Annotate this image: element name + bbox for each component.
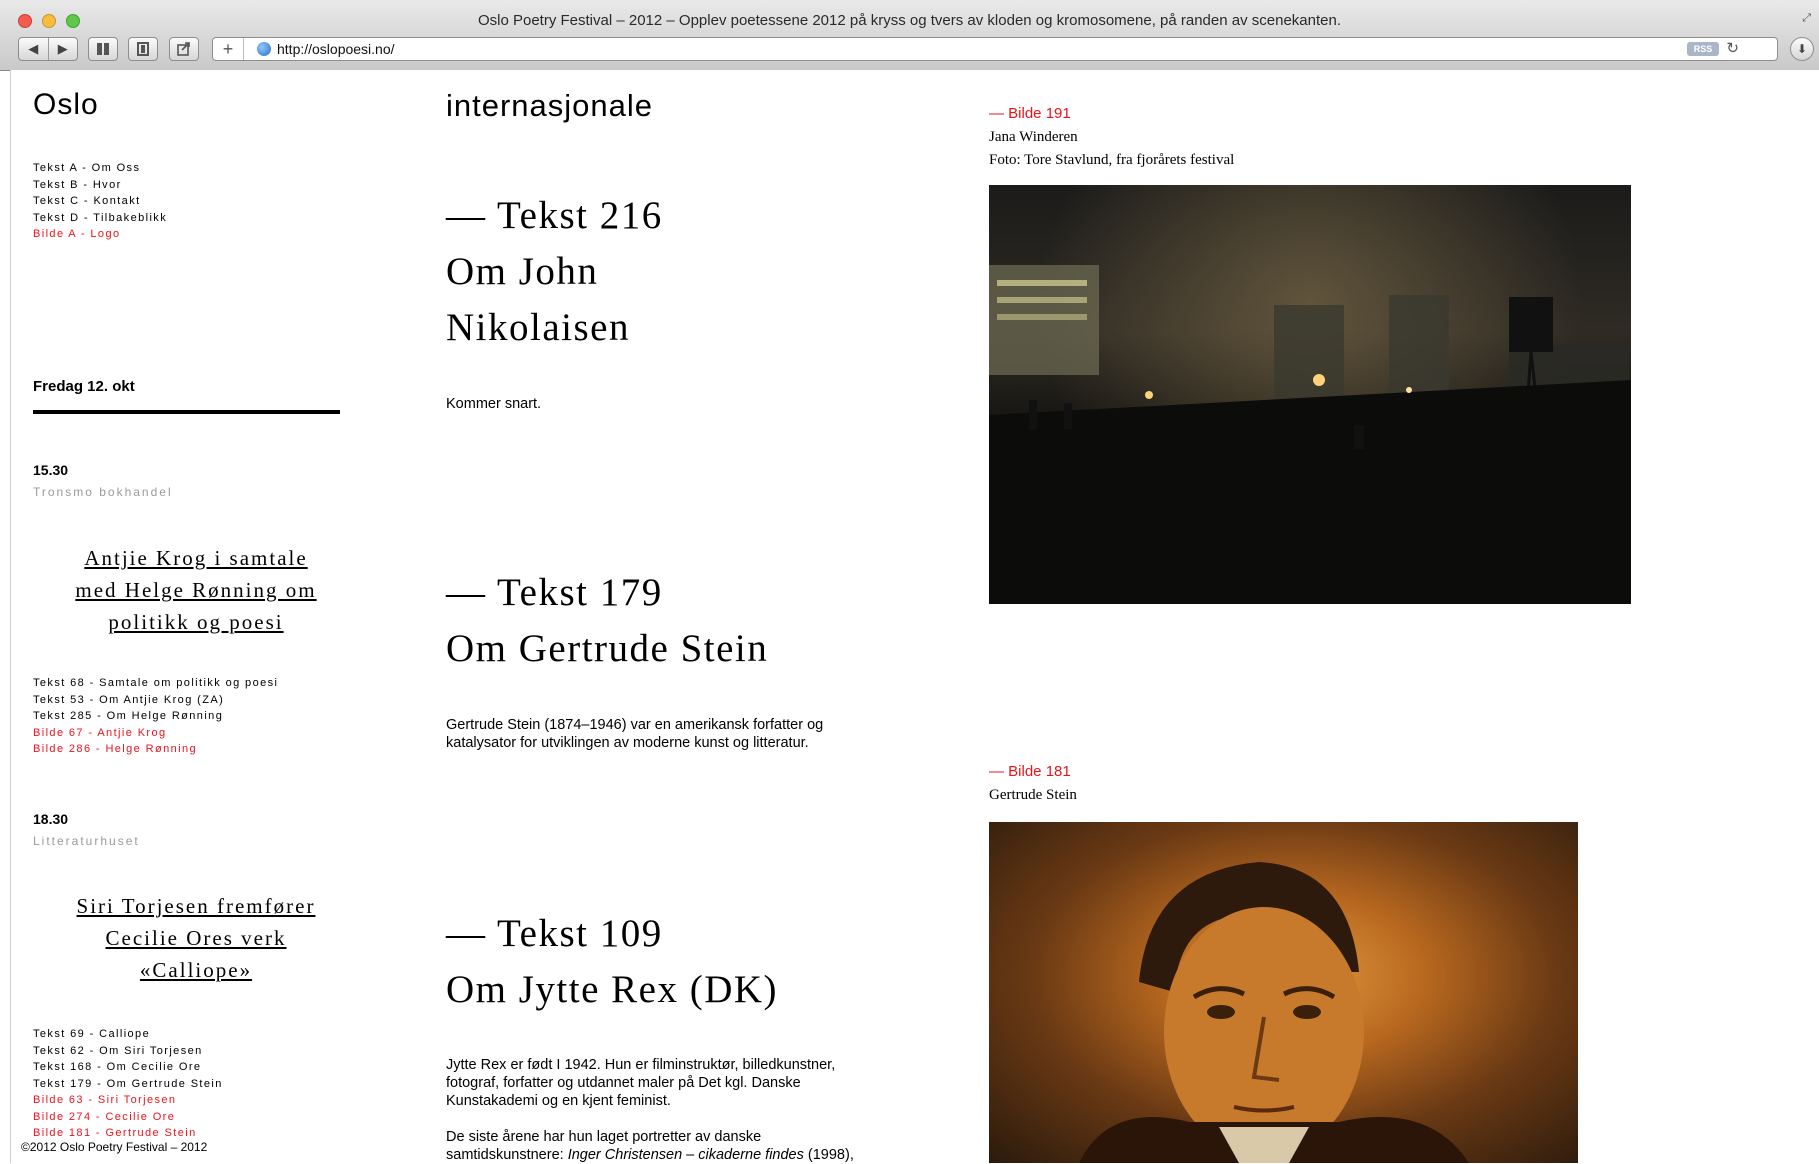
image-caption: Gertrude Stein: [989, 784, 1077, 807]
page-content: Oslo Tekst A - Om Oss Tekst B - Hvor Tek…: [10, 70, 1819, 1163]
site-title[interactable]: Oslo: [33, 88, 99, 122]
text-title-line[interactable]: Om Gertrude Stein: [446, 621, 768, 677]
text-body: Kommer snart.: [446, 395, 541, 413]
work-title: Inger Christensen – cikaderne findes: [567, 1147, 804, 1163]
portrait-illustration: [1079, 862, 1469, 1163]
event-link[interactable]: Tekst 168 - Om Cecilie Ore: [33, 1059, 223, 1076]
forward-icon[interactable]: ▶: [47, 38, 78, 60]
back-forward-group: ◀ ▶: [18, 37, 78, 61]
event-links: Tekst 68 - Samtale om politikk og poesi …: [33, 675, 278, 758]
event-link[interactable]: Tekst 69 - Calliope: [33, 1026, 223, 1043]
event-link[interactable]: Tekst 62 - Om Siri Torjesen: [33, 1043, 223, 1060]
address-bar[interactable]: + http://oslopoesi.no/ RSS ↻: [212, 37, 1778, 61]
festival-photo-illustration: [989, 265, 1631, 604]
event-image-link[interactable]: Bilde 286 - Helge Rønning: [33, 741, 278, 758]
event-venue: Litteraturhuset: [33, 834, 140, 848]
plus-icon[interactable]: +: [213, 38, 244, 60]
caption-line: Foto: Tore Stavlund, fra fjorårets festi…: [989, 152, 1235, 168]
event-image-link[interactable]: Bilde 274 - Cecilie Ore: [33, 1109, 223, 1126]
site-menu: Tekst A - Om Oss Tekst B - Hvor Tekst C …: [33, 160, 167, 243]
body-line: samtidskunstnere: Inger Christensen – ci…: [446, 1146, 886, 1164]
event-title-line[interactable]: politikk og poesi: [41, 606, 351, 638]
body-line: De siste årene har hun laget portretter …: [446, 1129, 762, 1145]
menu-item-hvor[interactable]: Tekst B - Hvor: [33, 177, 167, 194]
text-body: Jytte Rex er født I 1942. Hun er filmins…: [446, 1056, 886, 1164]
event-links: Tekst 69 - Calliope Tekst 62 - Om Siri T…: [33, 1026, 223, 1142]
text-title-line[interactable]: Nikolaisen: [446, 300, 663, 356]
event-link[interactable]: Tekst 53 - Om Antjie Krog (ZA): [33, 692, 278, 709]
download-icon[interactable]: ⬇: [1790, 37, 1814, 61]
reader-icon[interactable]: [128, 37, 158, 61]
caption-line: Gertrude Stein: [989, 787, 1077, 803]
text-body: Gertrude Stein (1874–1946) var en amerik…: [446, 716, 823, 752]
share-icon[interactable]: [169, 37, 199, 61]
text-heading[interactable]: — Tekst 216 Om John Nikolaisen: [446, 188, 663, 356]
menu-item-kontakt[interactable]: Tekst C - Kontakt: [33, 193, 167, 210]
title-bar: Oslo Poetry Festival – 2012 – Opplev poe…: [0, 0, 1819, 40]
event-link[interactable]: Tekst 68 - Samtale om politikk og poesi: [33, 675, 278, 692]
browser-chrome: Oslo Poetry Festival – 2012 – Opplev poe…: [0, 0, 1819, 71]
event-venue: Tronsmo bokhandel: [33, 485, 173, 499]
event-title-line[interactable]: Siri Torjesen fremfører: [41, 890, 351, 922]
body-line: fotograf, forfatter og utdannet maler på…: [446, 1075, 801, 1091]
body-line: Gertrude Stein (1874–1946) var en amerik…: [446, 717, 824, 733]
fullscreen-icon[interactable]: ⤢: [1802, 12, 1811, 25]
section-heading: internasjonale: [446, 88, 654, 123]
body-fragment: (1998),: [803, 1147, 854, 1163]
body-line: Jytte Rex er født I 1942. Hun er filmins…: [446, 1057, 836, 1073]
window-title: Oslo Poetry Festival – 2012 – Opplev poe…: [477, 12, 1341, 29]
text-number[interactable]: — Tekst 216: [446, 188, 663, 244]
event-time: 18.30: [33, 811, 69, 827]
text-title-line[interactable]: Om Jytte Rex (DK): [446, 962, 778, 1018]
event-image-link[interactable]: Bilde 63 - Siri Torjesen: [33, 1092, 223, 1109]
event-link[interactable]: Tekst 285 - Om Helge Rønning: [33, 708, 278, 725]
text-heading[interactable]: — Tekst 109 Om Jytte Rex (DK): [446, 906, 778, 1018]
caption-line: Jana Winderen: [989, 129, 1078, 145]
image-label[interactable]: — Bilde 181: [989, 763, 1071, 780]
footer-copyright: ©2012 Oslo Poetry Festival – 2012: [21, 1140, 214, 1154]
gertrude-stein-portrait[interactable]: [989, 822, 1578, 1163]
day-divider: [33, 410, 340, 414]
event-title-link[interactable]: Siri Torjesen fremfører Cecilie Ores ver…: [41, 890, 351, 986]
event-title-line[interactable]: «Calliope»: [41, 954, 351, 986]
body-fragment: samtidskunstnere:: [446, 1147, 568, 1163]
event-title-line[interactable]: med Helge Rønning om: [41, 574, 351, 606]
image-label[interactable]: — Bilde 191: [989, 105, 1071, 122]
text-number[interactable]: — Tekst 109: [446, 906, 778, 962]
bookmarks-icon[interactable]: [88, 37, 118, 61]
body-line: katalysator for utviklingen av moderne k…: [446, 735, 809, 751]
reload-icon[interactable]: ↻: [1726, 39, 1739, 57]
event-title-link[interactable]: Antjie Krog i samtale med Helge Rønning …: [41, 542, 351, 638]
text-number[interactable]: — Tekst 179: [446, 565, 768, 621]
back-icon[interactable]: ◀: [19, 38, 48, 60]
url-text[interactable]: http://oslopoesi.no/: [277, 41, 395, 57]
festival-photo[interactable]: [989, 185, 1631, 604]
event-title-line[interactable]: Cecilie Ores verk: [41, 922, 351, 954]
body-line: Kunstakademi og en kjent feminist.: [446, 1093, 671, 1109]
event-time: 15.30: [33, 462, 69, 478]
text-title-line[interactable]: Om John: [446, 244, 663, 300]
menu-item-tilbakeblikk[interactable]: Tekst D - Tilbakeblikk: [33, 210, 167, 227]
event-title-line[interactable]: Antjie Krog i samtale: [41, 542, 351, 574]
day-label: Fredag 12. okt: [33, 378, 135, 395]
event-image-link[interactable]: Bilde 67 - Antjie Krog: [33, 725, 278, 742]
text-heading[interactable]: — Tekst 179 Om Gertrude Stein: [446, 565, 768, 677]
body-line: Kommer snart.: [446, 396, 542, 412]
image-caption: Jana Winderen Foto: Tore Stavlund, fra f…: [989, 126, 1234, 172]
rss-button[interactable]: RSS: [1687, 42, 1719, 56]
menu-item-om-oss[interactable]: Tekst A - Om Oss: [33, 160, 167, 177]
event-link[interactable]: Tekst 179 - Om Gertrude Stein: [33, 1076, 223, 1093]
globe-icon: [257, 42, 271, 56]
menu-item-logo[interactable]: Bilde A - Logo: [33, 226, 167, 243]
